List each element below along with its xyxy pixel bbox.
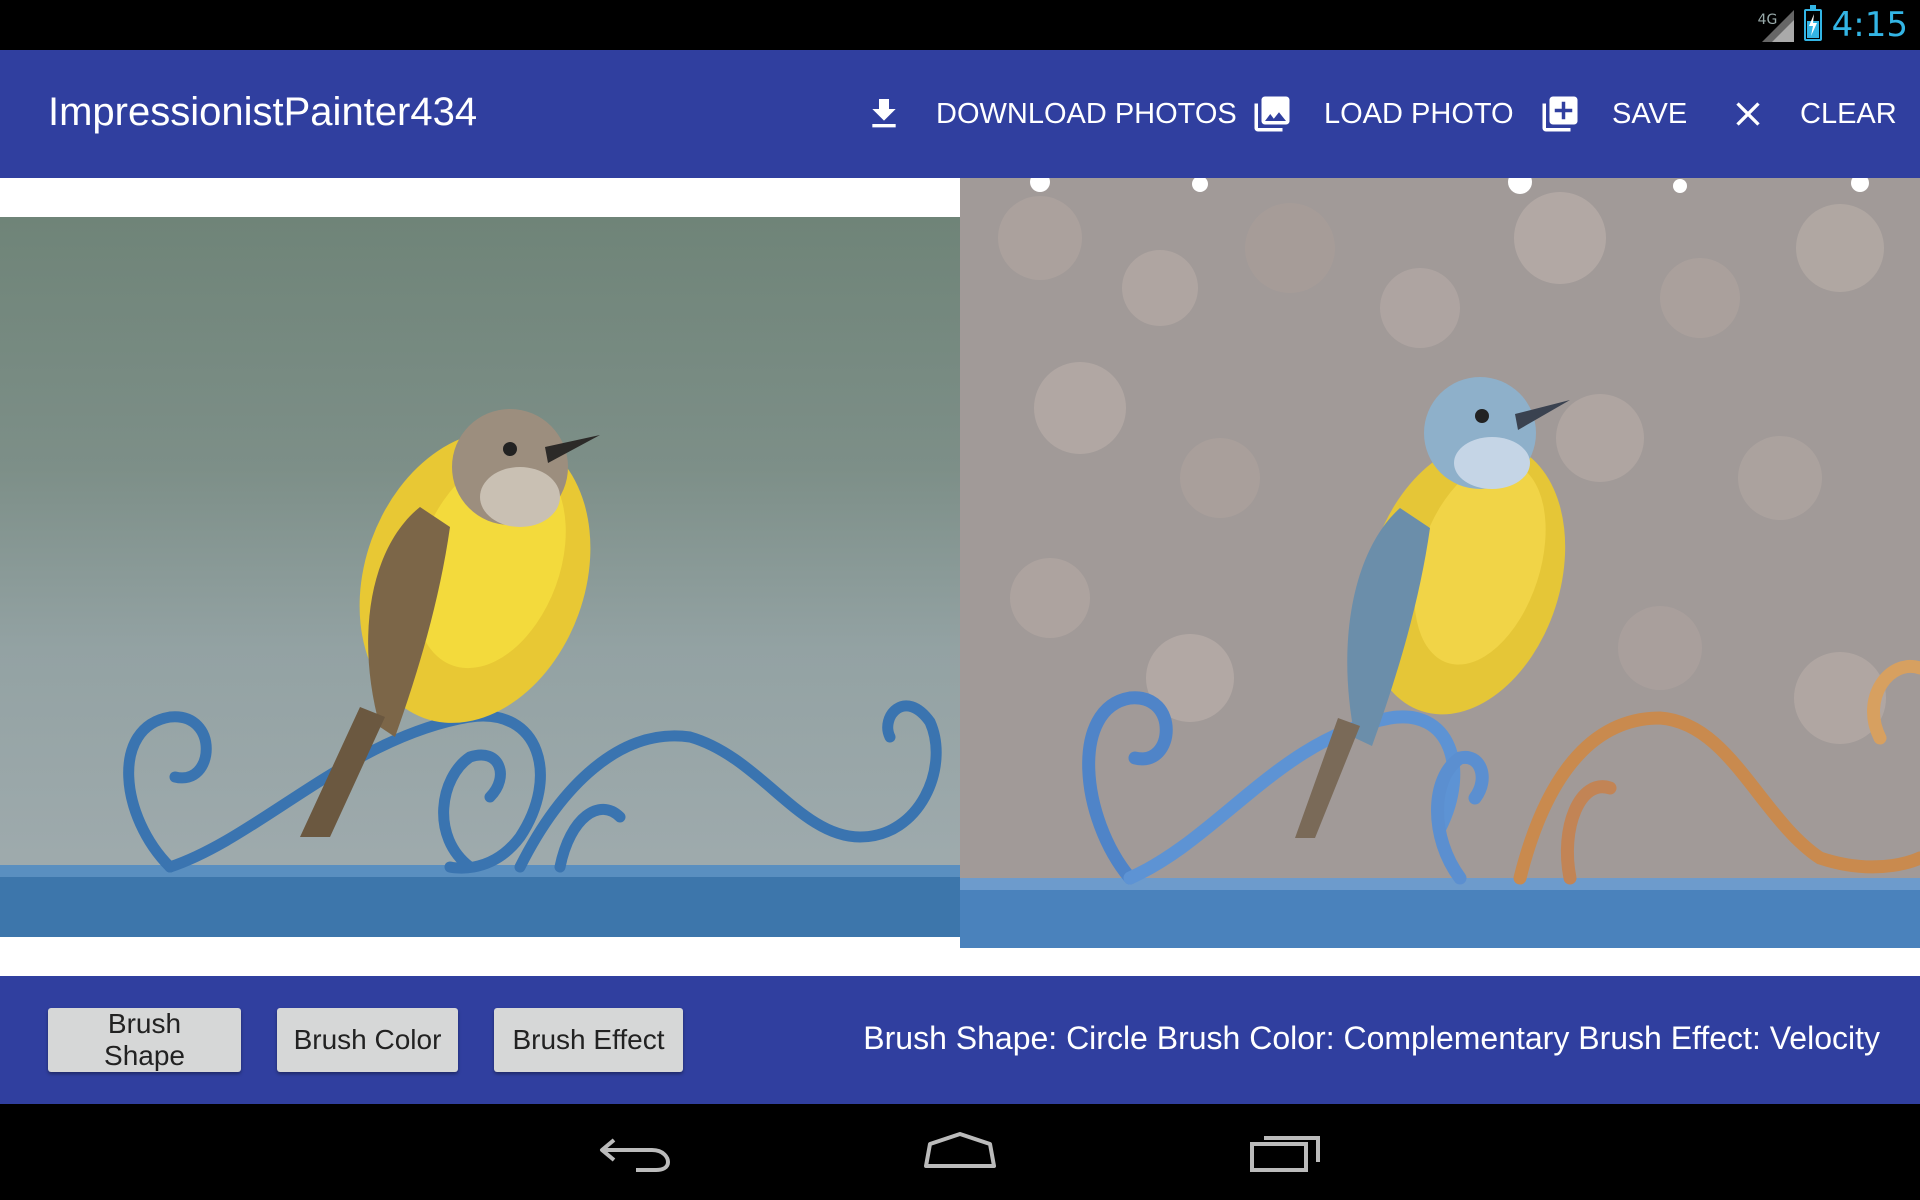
download-photos-button[interactable]: DOWNLOAD PHOTOS [862,88,1237,140]
close-icon [1726,92,1770,136]
status-icons: 4G 4:15 [1758,4,1908,46]
app-title: ImpressionistPainter434 [48,90,478,134]
brush-color-button[interactable]: Brush Color [277,1008,458,1072]
save-label: SAVE [1612,97,1688,130]
clock: 4:15 [1831,5,1908,45]
network-type: 4G [1757,12,1778,28]
clear-label: CLEAR [1800,97,1897,130]
library-add-icon [1538,92,1582,136]
painted-canvas[interactable] [960,178,1920,968]
brush-settings-status: Brush Shape: Circle Brush Color: Complem… [863,1020,1880,1056]
navigation-bar [0,1104,1920,1200]
source-photo [0,217,960,937]
home-icon[interactable] [920,1130,1000,1174]
canvas-area [0,178,1920,976]
download-icon [862,92,906,136]
photo-library-icon [1250,92,1294,136]
clear-button[interactable]: CLEAR [1726,88,1897,140]
battery-charging-icon [1803,5,1822,41]
save-button[interactable]: SAVE [1538,88,1687,140]
signal-icon: 4G [1758,8,1794,42]
brush-toolbar: Brush Shape Brush Color Brush Effect Bru… [0,976,1920,1104]
brush-effect-button[interactable]: Brush Effect [494,1008,683,1072]
recent-apps-icon[interactable] [1248,1130,1328,1174]
status-bar: 4G 4:15 [0,0,1920,50]
load-photo-label: LOAD PHOTO [1324,97,1514,130]
app-bar: ImpressionistPainter434 DOWNLOAD PHOTOS … [0,50,1920,178]
back-icon[interactable] [596,1130,676,1174]
brush-shape-button[interactable]: Brush Shape [48,1008,241,1072]
download-photos-label: DOWNLOAD PHOTOS [936,97,1237,130]
load-photo-button[interactable]: LOAD PHOTO [1250,88,1514,140]
